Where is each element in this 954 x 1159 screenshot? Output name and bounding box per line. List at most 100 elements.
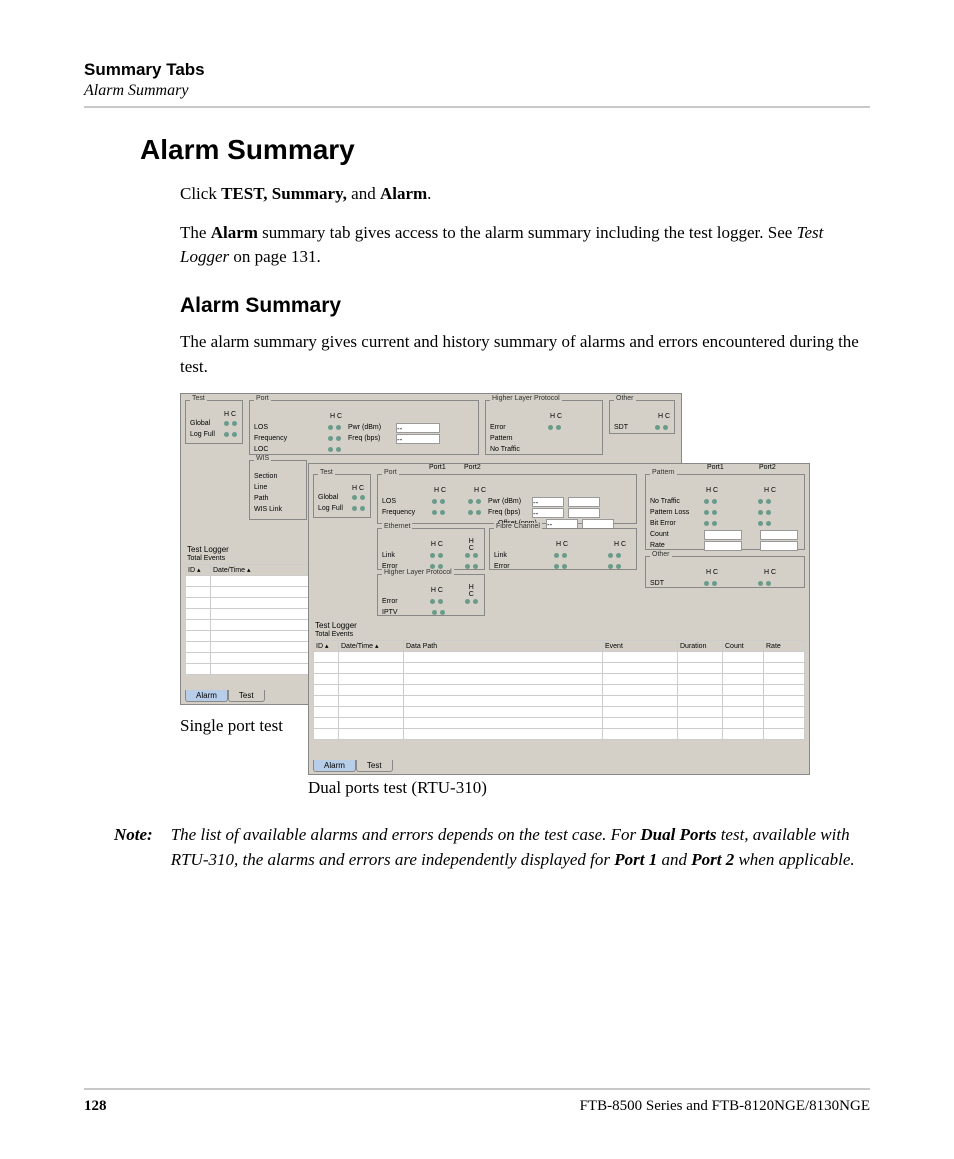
group-wis: WIS Section Line Path WIS Link — [249, 460, 307, 520]
led-icon — [616, 564, 621, 569]
text-bold: Dual Ports — [640, 825, 716, 844]
led-icon — [438, 599, 443, 604]
led-icon — [468, 499, 473, 504]
led-icon — [224, 421, 229, 426]
col-datapath[interactable]: Data Path — [404, 641, 603, 652]
hc-header: H C — [706, 569, 724, 576]
led-icon — [766, 510, 771, 515]
text-bold: Alarm — [211, 223, 258, 242]
col-datetime[interactable]: Date/Time ▴ — [339, 641, 404, 652]
text-bold: Port 2 — [691, 850, 734, 869]
row-label: LOC — [254, 446, 324, 453]
note-label: Note: — [114, 823, 153, 872]
row-label: Pwr (dBm) — [488, 498, 528, 505]
value-field: -- — [396, 434, 440, 444]
row-label: Frequency — [254, 435, 324, 442]
led-icon — [712, 581, 717, 586]
led-icon — [766, 581, 771, 586]
screenshot-dual-ports: Port1 Port2 Port1 Port2 Test H C Global … — [308, 463, 810, 775]
header-subsection: Alarm Summary — [84, 82, 870, 100]
col-id[interactable]: ID ▴ — [186, 565, 211, 576]
led-icon — [766, 499, 771, 504]
port2-hdr: Port2 — [759, 464, 776, 471]
hc-header: H C — [614, 541, 626, 548]
text: The list of available alarms and errors … — [171, 825, 641, 844]
value-field — [704, 530, 742, 540]
tab-alarm[interactable]: Alarm — [313, 760, 356, 772]
text: when applicable. — [734, 850, 854, 869]
col-rate[interactable]: Rate — [764, 641, 805, 652]
col-id[interactable]: ID ▴ — [314, 641, 339, 652]
note-block: Note: The list of available alarms and e… — [114, 823, 870, 872]
row-label: Line — [254, 484, 290, 491]
led-icon — [352, 506, 357, 511]
row-label: Global — [190, 420, 220, 427]
group-ethernet: Ethernet H CH C Link Error — [377, 528, 485, 570]
tab-test[interactable]: Test — [356, 760, 393, 772]
row-label: LOS — [382, 498, 428, 505]
led-icon — [712, 510, 717, 515]
page-number: 128 — [84, 1098, 107, 1115]
row-label: LOS — [254, 424, 324, 431]
col-duration[interactable]: Duration — [678, 641, 723, 652]
row-label: Bit Error — [650, 520, 700, 527]
text: summary tab gives access to the alarm su… — [258, 223, 797, 242]
hc-header: H C — [556, 541, 574, 548]
row-label: SDT — [614, 424, 651, 431]
group-title: Pattern — [650, 469, 677, 476]
led-icon — [766, 521, 771, 526]
led-icon — [468, 510, 473, 515]
caption-single-port: Single port test — [180, 715, 290, 737]
test-logger: Test Logger Total Events ID ▴ Date/Time … — [313, 620, 805, 740]
intro-line2: The Alarm summary tab gives access to th… — [180, 221, 870, 270]
value-field — [582, 519, 614, 529]
screenshots-area: Test H C Global Log Full Port H C LOSPwr… — [180, 393, 870, 813]
group-port: Port H C LOSPwr (dBm)-- FrequencyFreq (b… — [249, 400, 479, 455]
group-pattern: Pattern H CH C No Traffic Pattern Loss B… — [645, 474, 805, 550]
row-label: Pattern — [490, 435, 544, 442]
col-count[interactable]: Count — [723, 641, 764, 652]
row-label: No Traffic — [490, 446, 544, 453]
led-icon — [758, 581, 763, 586]
value-field: -- — [396, 423, 440, 433]
tab-test[interactable]: Test — [228, 690, 265, 702]
group-title: Port — [254, 395, 271, 402]
table-row — [314, 674, 805, 685]
group-other: Other H CH C SDT — [645, 556, 805, 588]
text: Click — [180, 184, 221, 203]
group-test: Test H C Global Log Full — [313, 474, 371, 518]
led-icon — [704, 581, 709, 586]
table-row — [314, 707, 805, 718]
group-title: Other — [614, 395, 636, 402]
table-row — [314, 652, 805, 663]
row-label: Global — [318, 494, 348, 501]
led-icon — [704, 521, 709, 526]
led-icon — [548, 425, 553, 430]
group-title: Port — [382, 469, 399, 476]
hc-header: H C — [434, 487, 452, 494]
group-title: Test — [318, 469, 335, 476]
led-icon — [704, 510, 709, 515]
text: and — [347, 184, 380, 203]
tab-alarm[interactable]: Alarm — [185, 690, 228, 702]
table-row — [314, 718, 805, 729]
led-icon — [432, 499, 437, 504]
value-field — [760, 530, 798, 540]
col-event[interactable]: Event — [603, 641, 678, 652]
text: on page 131. — [229, 247, 321, 266]
value-field — [704, 541, 742, 551]
row-label: Rate — [650, 542, 700, 549]
row-label: Error — [490, 424, 544, 431]
led-icon — [616, 553, 621, 558]
led-icon — [476, 499, 481, 504]
row-label: No Traffic — [650, 498, 700, 505]
text-bold: TEST, Summary, — [221, 184, 347, 203]
led-icon — [328, 425, 333, 430]
hc-header: H C — [431, 587, 448, 594]
group-title: Higher Layer Protocol — [382, 569, 454, 576]
text: and — [657, 850, 691, 869]
hc-header: H C — [706, 487, 724, 494]
led-icon — [232, 432, 237, 437]
led-icon — [438, 553, 443, 558]
table-row — [314, 729, 805, 740]
